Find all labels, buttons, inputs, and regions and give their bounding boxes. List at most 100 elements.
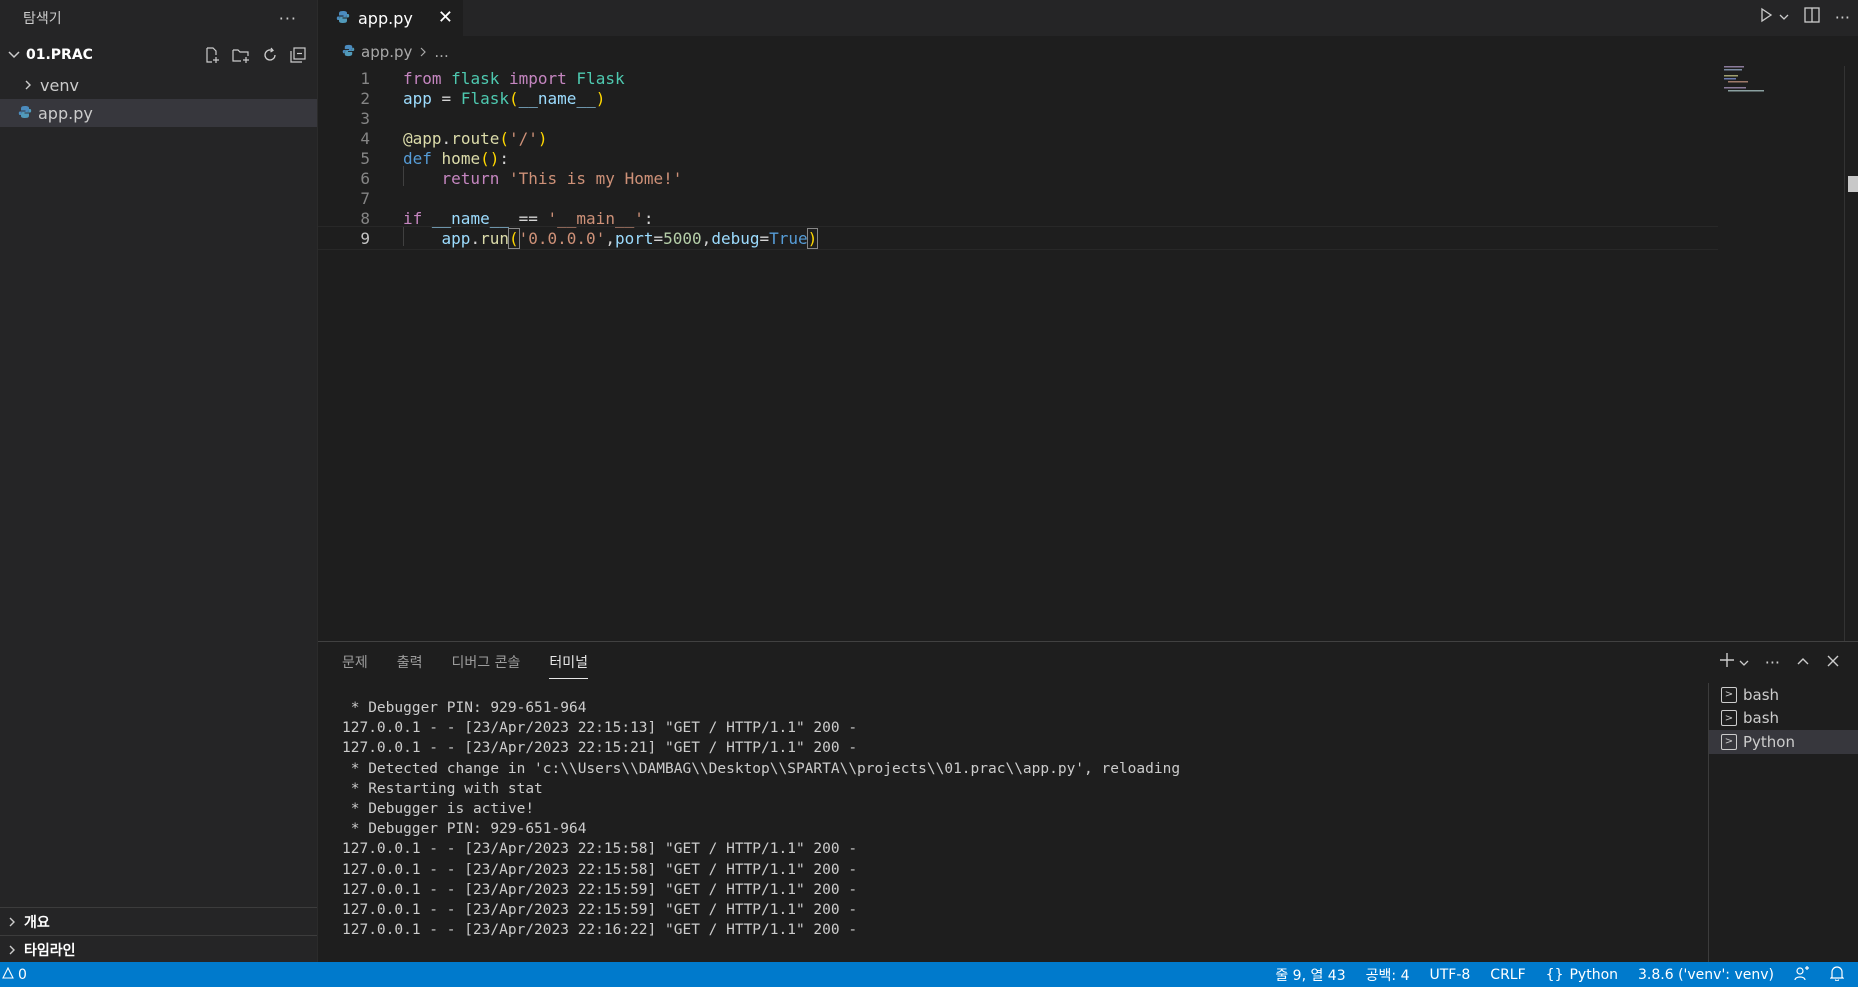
terminal-output[interactable]: * Debugger PIN: 929-651-964 127.0.0.1 - -… [342, 698, 1180, 940]
more-actions-icon[interactable]: ··· [1765, 653, 1780, 672]
terminal-line: 127.0.0.1 - - [23/Apr/2023 22:16:22] "GE… [342, 922, 858, 939]
code-line-current: 9 app.run('0.0.0.0',port=5000,debug=True… [318, 226, 1718, 250]
line-number: 9 [360, 228, 370, 248]
python-file-icon [18, 104, 32, 123]
terminal-line: * Debugger is active! [342, 801, 535, 818]
split-editor-icon[interactable] [1803, 6, 1821, 28]
more-actions-icon[interactable]: ··· [1835, 8, 1850, 27]
python-interpreter[interactable]: 3.8.6 ('venv': venv) [1638, 967, 1774, 983]
chevron-down-icon [6, 48, 22, 62]
tree-item-label: venv [40, 75, 79, 95]
minimap[interactable] [1724, 66, 1784, 106]
bottom-panel: 문제 출력 디버그 콘솔 터미널 ··· * Debugger PIN: 929… [318, 641, 1858, 963]
warning-icon [2, 966, 14, 983]
terminal-icon: > [1721, 733, 1737, 750]
terminal-line: * Detected change in 'c:\\Users\\DAMBAG\… [342, 760, 1181, 777]
terminal-line: 127.0.0.1 - - [23/Apr/2023 22:15:59] "GE… [342, 881, 858, 898]
chevron-down-icon[interactable] [1779, 8, 1789, 26]
end-of-line[interactable]: CRLF [1490, 967, 1525, 983]
chevron-down-icon[interactable] [1739, 652, 1749, 673]
tab-label: app.py [358, 8, 413, 28]
tab-debug-console[interactable]: 디버그 콘솔 [452, 652, 521, 679]
terminal-item-bash[interactable]: > bash [1709, 707, 1858, 731]
cursor-position[interactable]: 줄 9, 열 43 [1275, 965, 1345, 985]
tab-problems[interactable]: 문제 [342, 652, 368, 679]
editor-scrollbar[interactable] [1844, 66, 1858, 641]
encoding[interactable]: UTF-8 [1429, 967, 1470, 983]
terminal-line: 127.0.0.1 - - [23/Apr/2023 22:15:58] "GE… [342, 841, 858, 858]
feedback-icon[interactable] [1794, 965, 1810, 985]
terminal-list: > bash > bash > Python [1708, 683, 1858, 963]
line-number: 3 [360, 108, 370, 128]
explorer-title: 탐색기 [23, 11, 62, 27]
terminal-line: 127.0.0.1 - - [23/Apr/2023 22:15:58] "GE… [342, 861, 858, 878]
tree-item-label: app.py [38, 103, 93, 123]
line-number: 6 [360, 168, 370, 188]
terminal-icon: > [1721, 686, 1737, 703]
problems-indicator[interactable]: 0 [0, 966, 27, 983]
problems-count: 0 [18, 966, 27, 983]
tree-item-venv[interactable]: venv [0, 71, 317, 99]
status-bar: 0 줄 9, 열 43 공백: 4 UTF-8 CRLF {} Python 3… [0, 962, 1858, 987]
line-number: 2 [360, 88, 370, 108]
outline-section[interactable]: 개요 [0, 907, 317, 935]
terminal-line: * Debugger PIN: 929-651-964 [342, 700, 587, 716]
notifications-bell-icon[interactable] [1829, 965, 1845, 985]
explorer-header: 탐색기 ··· [0, 0, 317, 36]
terminal-item-python[interactable]: > Python [1709, 730, 1858, 754]
code-text: app = Flask(__name__) [403, 88, 606, 108]
maximize-panel-icon[interactable] [1796, 652, 1810, 673]
language-mode[interactable]: {} Python [1546, 967, 1618, 983]
line-number: 4 [360, 128, 370, 148]
python-file-icon [336, 9, 350, 28]
language-label: Python [1569, 966, 1619, 983]
terminal-line: 127.0.0.1 - - [23/Apr/2023 22:15:59] "GE… [342, 902, 858, 919]
more-actions-icon[interactable]: ··· [279, 9, 297, 28]
timeline-label: 타임라인 [24, 942, 76, 959]
collapse-all-icon[interactable] [289, 46, 307, 64]
line-number: 5 [360, 148, 370, 168]
terminal-item-bash[interactable]: > bash [1709, 683, 1858, 707]
tab-output[interactable]: 출력 [397, 652, 423, 679]
indentation[interactable]: 공백: 4 [1366, 965, 1410, 985]
line-number: 7 [360, 188, 370, 208]
new-file-icon[interactable] [203, 46, 221, 64]
terminal-label: bash [1743, 685, 1780, 704]
terminal-icon: > [1721, 710, 1737, 727]
code-text: def home(): [403, 148, 509, 168]
terminal-line: * Restarting with stat [342, 780, 543, 797]
explorer-sidebar: 탐색기 ··· 01.PRAC venv app.py 개요 타임라인 [0, 0, 318, 962]
editor-tab-bar: app.py ✕ ··· [318, 0, 1858, 36]
refresh-icon[interactable] [261, 46, 279, 64]
terminal-line: 127.0.0.1 - - [23/Apr/2023 22:15:13] "GE… [342, 720, 858, 737]
new-terminal-icon[interactable] [1719, 652, 1735, 673]
terminal-label: bash [1743, 709, 1780, 728]
run-icon[interactable] [1757, 6, 1775, 28]
chevron-right-icon [9, 945, 15, 954]
panel-actions: ··· [1719, 652, 1840, 673]
code-text: app.run('0.0.0.0',port=5000,debug=True) [441, 227, 819, 249]
close-panel-icon[interactable] [1826, 652, 1840, 673]
code-editor[interactable]: 1 from flask import Flask 2 app = Flask(… [318, 66, 1858, 641]
timeline-section[interactable]: 타임라인 [0, 935, 317, 963]
line-number: 8 [360, 208, 370, 228]
tab-app-py[interactable]: app.py ✕ [318, 0, 463, 36]
python-file-icon [342, 43, 355, 61]
line-number: 1 [360, 68, 370, 88]
braces-icon: {} [1545, 966, 1564, 983]
terminal-line: 127.0.0.1 - - [23/Apr/2023 22:15:21] "GE… [342, 740, 858, 757]
scrollbar-thumb[interactable] [1848, 176, 1858, 192]
breadcrumb-file[interactable]: app.py [361, 43, 412, 61]
workspace-folder[interactable]: 01.PRAC [0, 39, 317, 71]
code-text: @app.route('/') [403, 128, 548, 148]
outline-label: 개요 [24, 914, 50, 931]
new-folder-icon[interactable] [231, 46, 251, 64]
panel-tabs: 문제 출력 디버그 콘솔 터미널 [342, 652, 589, 679]
code-text: from flask import Flask [403, 68, 625, 88]
close-icon[interactable]: ✕ [438, 7, 453, 28]
tree-item-app-py[interactable]: app.py [0, 99, 317, 127]
chevron-right-icon [418, 43, 428, 61]
chevron-right-icon [9, 917, 15, 926]
tab-terminal[interactable]: 터미널 [549, 652, 589, 679]
breadcrumb-more[interactable]: ... [434, 43, 448, 61]
